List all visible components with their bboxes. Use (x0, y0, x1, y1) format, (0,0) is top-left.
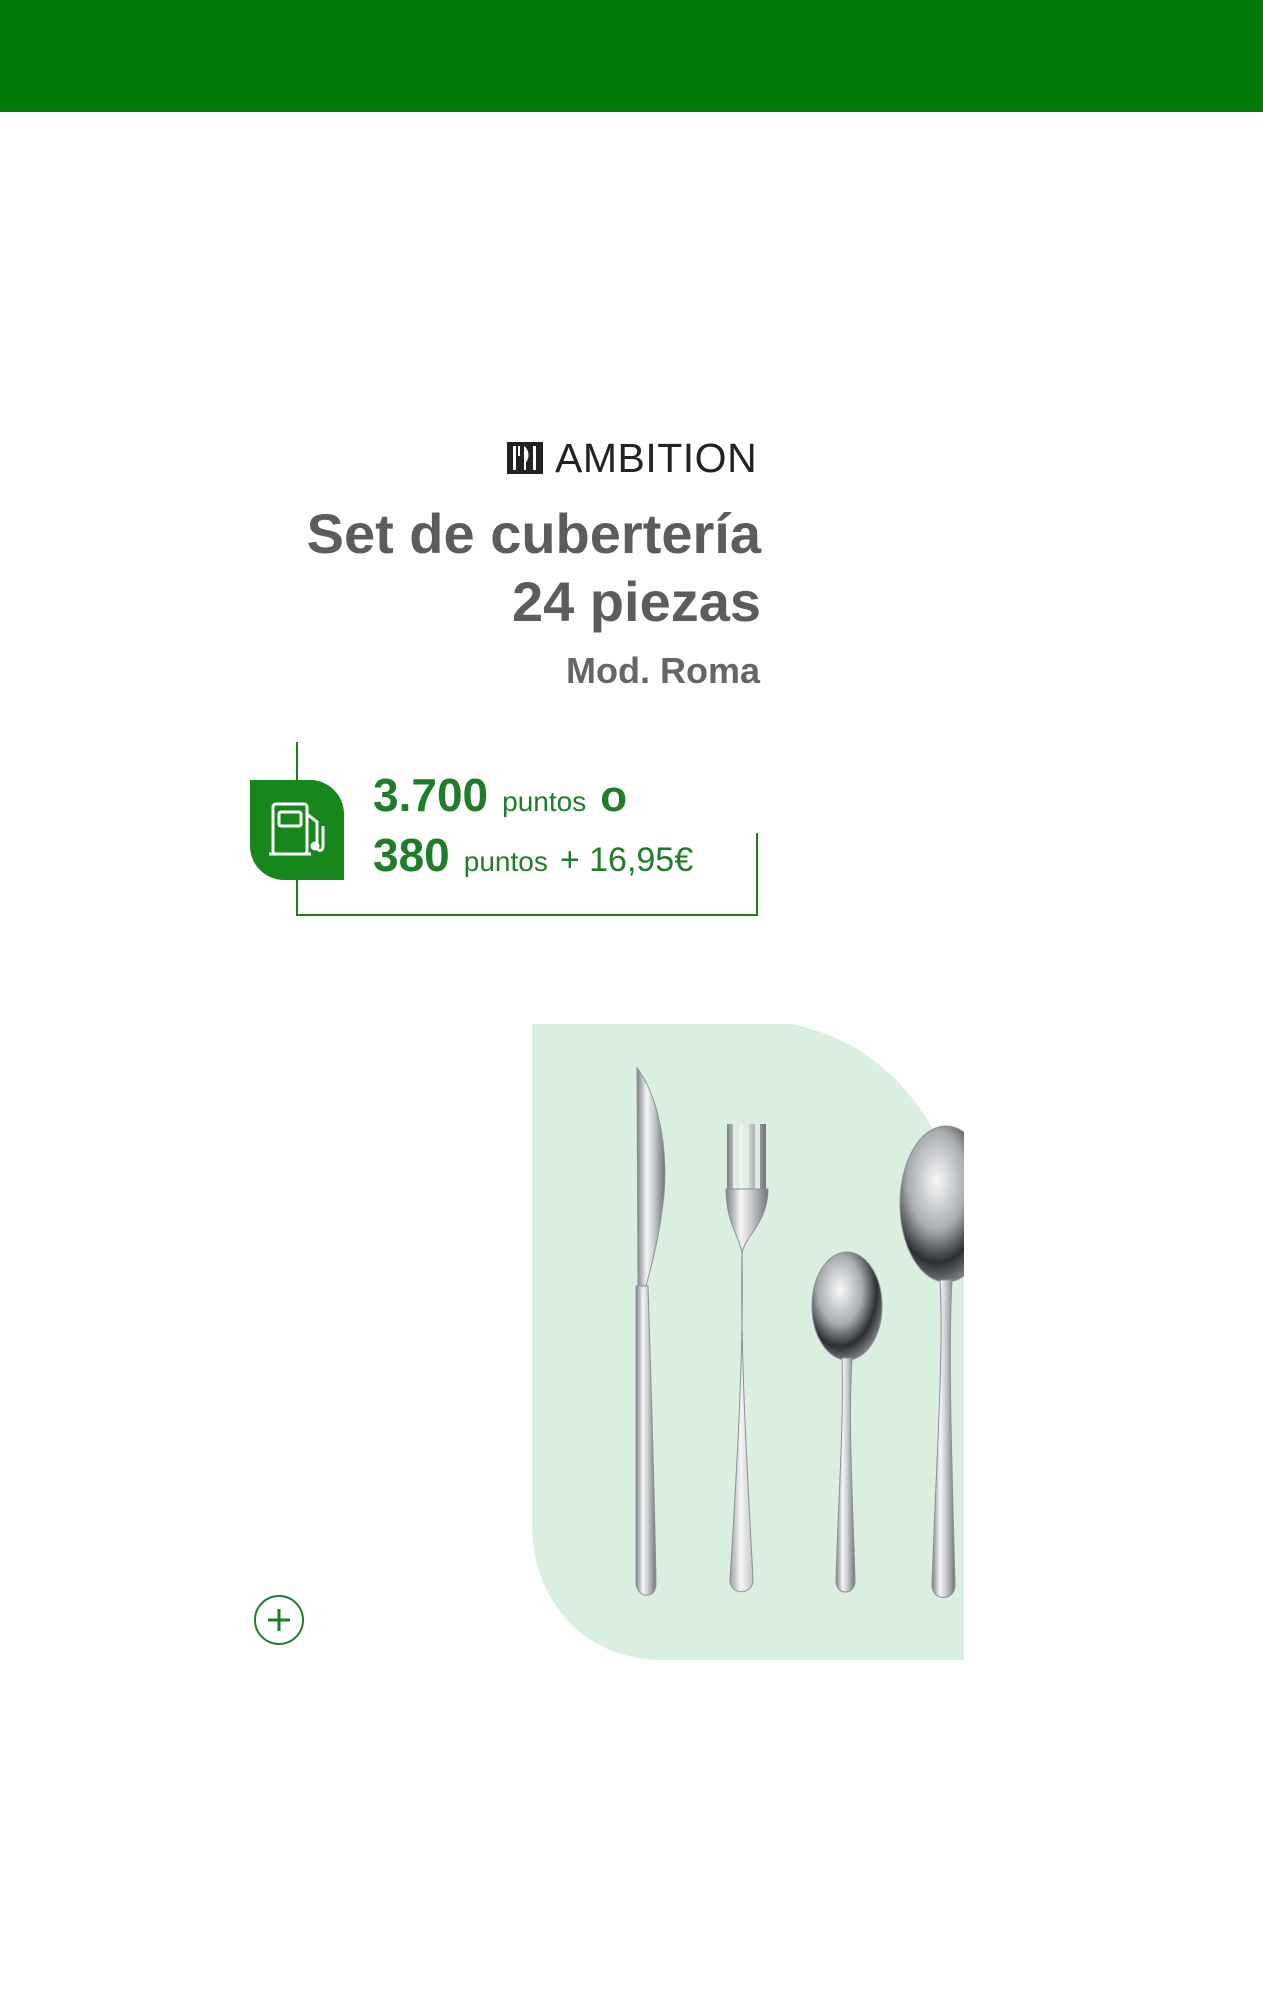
cutlery-set-image (532, 1024, 993, 1660)
price-frame-bottom (296, 914, 758, 916)
points-unit-2: puntos (463, 846, 548, 877)
price-option-points-plus-cash: 380 puntos + 16,95€ (373, 828, 693, 882)
cutlery-logo-icon (507, 442, 543, 474)
product-title-line-1: Set de cubertería (306, 502, 761, 565)
price-conjunction: o (600, 772, 628, 821)
plus-icon (268, 1609, 290, 1631)
top-header-bar (0, 0, 1263, 112)
product-image (532, 1024, 993, 1660)
cash-amount: + 16,95€ (559, 841, 694, 879)
brand-logo: AMBITION (505, 432, 760, 484)
product-title-line-2: 24 piezas (511, 570, 761, 633)
brand-name: AMBITION (555, 434, 758, 481)
points-unit-1: puntos (502, 786, 587, 817)
price-option-points: 3.700 puntos o (373, 768, 627, 822)
product-model: Mod. Roma (566, 650, 760, 691)
product-title: Set de cubertería 24 piezas (307, 500, 761, 636)
fuel-badge (250, 780, 344, 880)
fuel-pump-icon (269, 802, 325, 856)
points-value-1: 3.700 (373, 769, 489, 821)
price-frame-right (756, 833, 758, 916)
points-value-2: 380 (373, 829, 450, 881)
more-info-button[interactable] (254, 1595, 304, 1645)
